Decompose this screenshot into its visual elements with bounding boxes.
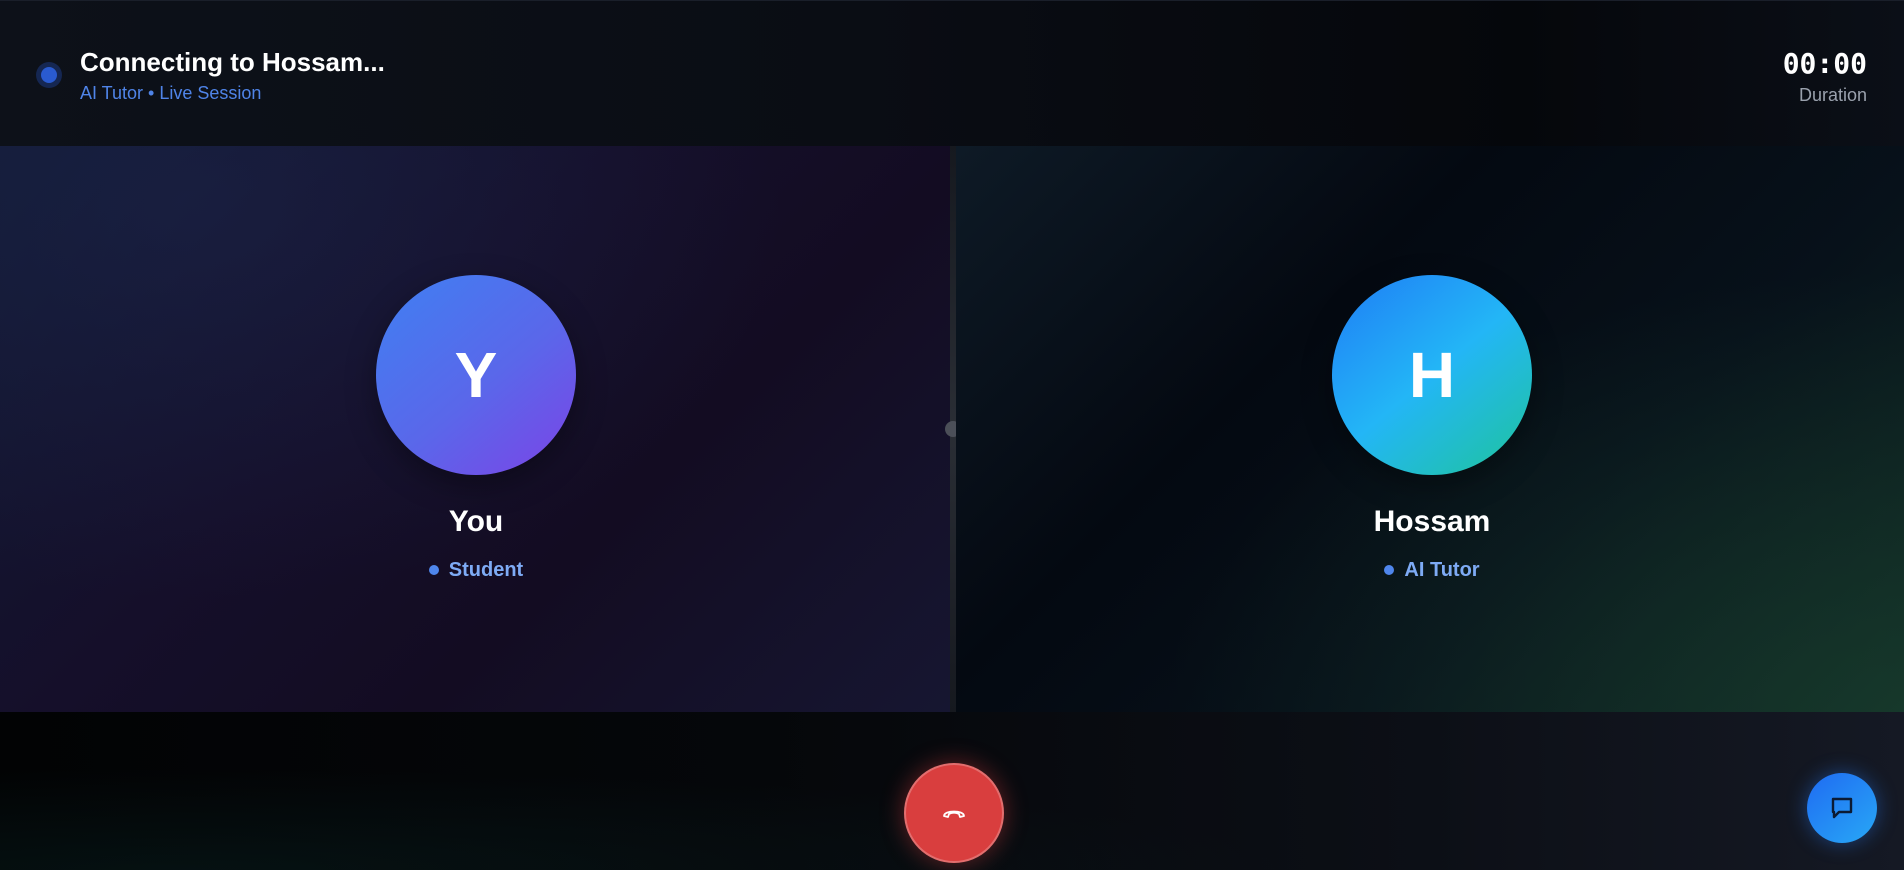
connection-status-indicator (36, 62, 62, 88)
phone-hangup-icon (943, 810, 965, 818)
role-dot-icon (428, 565, 439, 575)
call-timer: 00:00 (1782, 47, 1867, 80)
chat-bubble-icon (1831, 797, 1853, 819)
participant-role-label: Student (448, 558, 524, 581)
participant-role-label: AI Tutor (1404, 558, 1480, 581)
call-subtitle: AI Tutor • Live Session (80, 83, 262, 103)
avatar-tutor: H (1332, 275, 1532, 475)
chat-button[interactable] (1807, 773, 1877, 843)
end-call-button[interactable] (904, 763, 1004, 863)
participant-name-student: You (448, 505, 504, 538)
call-title: Connecting to Hossam... (80, 47, 385, 77)
role-dot-icon (1384, 565, 1395, 575)
avatar-student: Y (376, 275, 576, 475)
call-timer-label: Duration (1798, 85, 1867, 105)
call-screen: Connecting to Hossam... AI Tutor • Live … (0, 0, 1904, 870)
participant-role-tutor: AI Tutor (1282, 558, 1582, 582)
call-header: Connecting to Hossam... AI Tutor • Live … (0, 0, 1904, 146)
participant-role-student: Student (326, 558, 626, 582)
participant-name-tutor: Hossam (1373, 505, 1491, 538)
